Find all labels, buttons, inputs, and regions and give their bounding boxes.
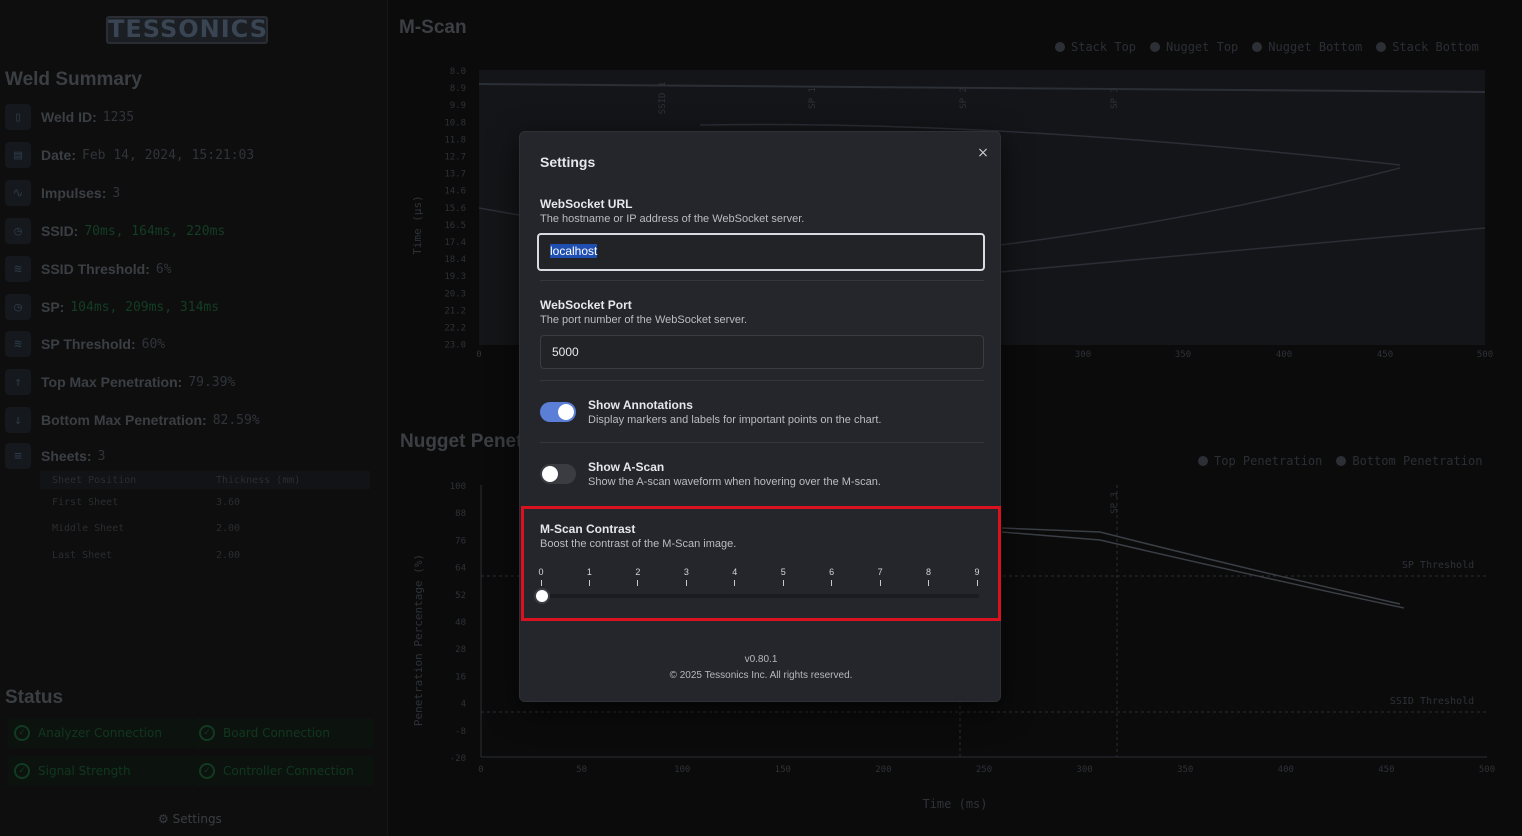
mscan-y-tick: 20.3 [444,289,466,299]
mscan-x-tick: 0 [476,350,481,360]
nugget-x-tick: 200 [875,765,891,775]
nugget-y-tick: 64 [455,564,466,574]
ssid-threshold-label: SSID Threshold [1390,696,1474,707]
show-annotations-toggle[interactable] [540,402,576,422]
show-annotations-description: Display markers and labels for important… [588,414,882,426]
divider [540,280,984,281]
show-ascan-row: Show A-Scan Show the A-scan waveform whe… [540,460,984,500]
websocket-url-description: The hostname or IP address of the WebSoc… [540,213,805,225]
nugget-x-tick: 100 [674,765,690,775]
mscan-y-tick: 23.0 [444,341,466,351]
mscan-x-tick: 450 [1377,350,1393,360]
nugget-y-tick: -20 [450,754,466,764]
highlight-box [521,506,1001,621]
nugget-y-tick: 28 [455,645,466,655]
mscan-x-tick: 300 [1075,350,1091,360]
nugget-y-tick: 4 [461,700,466,710]
mscan-marker-label: SP 1 [808,87,818,109]
settings-modal-title: Settings [540,154,596,170]
nugget-x-tick: 150 [775,765,791,775]
nugget-x-tick: 250 [976,765,992,775]
nugget-marker-label: SP 3 [1110,492,1120,514]
websocket-port-field: WebSocket Port The port number of the We… [540,298,984,369]
nugget-x-tick: 50 [576,765,587,775]
mscan-y-tick: 22.2 [444,324,466,334]
mscan-y-tick: 19.3 [444,272,466,282]
top-penetration-line [1001,527,1401,605]
mscan-y-tick: 21.2 [444,306,466,316]
websocket-url-value: localhost [550,244,598,258]
mscan-x-tick: 400 [1276,350,1292,360]
mscan-y-tick: 13.7 [444,170,466,180]
nugget-y-tick: 76 [455,536,466,546]
toggle-knob [558,404,574,420]
nugget-y-tick: 100 [450,482,466,492]
mscan-y-tick: 8.9 [450,84,466,94]
show-annotations-row: Show Annotations Display markers and lab… [540,398,984,438]
nugget-x-tick: 450 [1378,765,1394,775]
show-ascan-text: Show A-Scan Show the A-scan waveform whe… [588,460,881,488]
mscan-marker-label: SP 2 [959,87,969,109]
websocket-port-label: WebSocket Port [540,298,632,312]
websocket-url-label: WebSocket URL [540,197,633,211]
mscan-y-tick: 8.0 [450,67,466,77]
nugget-x-tick: 300 [1076,765,1092,775]
show-ascan-toggle[interactable] [540,464,576,484]
mscan-marker-label: SSID 1 [658,82,668,115]
mscan-y-tick: 15.6 [444,204,466,214]
nugget-x-axis-label: Time (ms) [922,797,987,811]
close-icon[interactable]: × [974,144,992,162]
nugget-x-tick: 400 [1278,765,1294,775]
nugget-y-tick: 88 [455,509,466,519]
nugget-x-tick: 350 [1177,765,1193,775]
mscan-y-tick: 17.4 [444,238,466,248]
websocket-port-description: The port number of the WebSocket server. [540,314,748,326]
nugget-y-tick: 16 [455,672,466,682]
websocket-url-input[interactable]: localhost [537,233,985,271]
mscan-marker-label: SP 3 [1110,87,1120,109]
mscan-y-axis-label: Time (µs) [411,195,424,255]
mscan-x-tick: 350 [1175,350,1191,360]
websocket-url-field: WebSocket URL The hostname or IP address… [537,197,985,271]
mscan-y-tick: 16.5 [444,221,466,231]
mscan-y-tick: 11.8 [444,135,466,145]
mscan-y-tick: 10.8 [444,118,466,128]
bottom-penetration-line [1001,531,1405,609]
nugget-x-tick: 500 [1479,765,1495,775]
show-annotations-text: Show Annotations Display markers and lab… [588,398,881,426]
copyright-text: © 2025 Tessonics Inc. All rights reserve… [669,670,853,681]
nugget-x-tick: 0 [478,765,483,775]
mscan-x-tick: 500 [1477,350,1493,360]
show-ascan-description: Show the A-scan waveform when hovering o… [588,476,881,488]
mscan-y-tick: 18.4 [444,255,466,265]
app-version: v0.80.1 [744,654,778,665]
toggle-knob [542,466,558,482]
nugget-y-tick: 52 [455,591,466,601]
show-ascan-label: Show A-Scan [588,460,665,474]
mscan-y-tick: 9.9 [450,101,466,111]
sp-threshold-label: SP Threshold [1402,560,1474,571]
nugget-y-tick: 40 [455,618,466,628]
websocket-port-input[interactable] [540,335,984,369]
show-annotations-label: Show Annotations [588,398,693,412]
mscan-y-tick: 14.6 [444,187,466,197]
divider [540,442,984,443]
nugget-y-axis-label: Penetration Percentage (%) [412,554,425,726]
nugget-y-tick: -8 [455,727,466,737]
divider [540,380,984,381]
mscan-y-tick: 12.7 [444,153,466,163]
